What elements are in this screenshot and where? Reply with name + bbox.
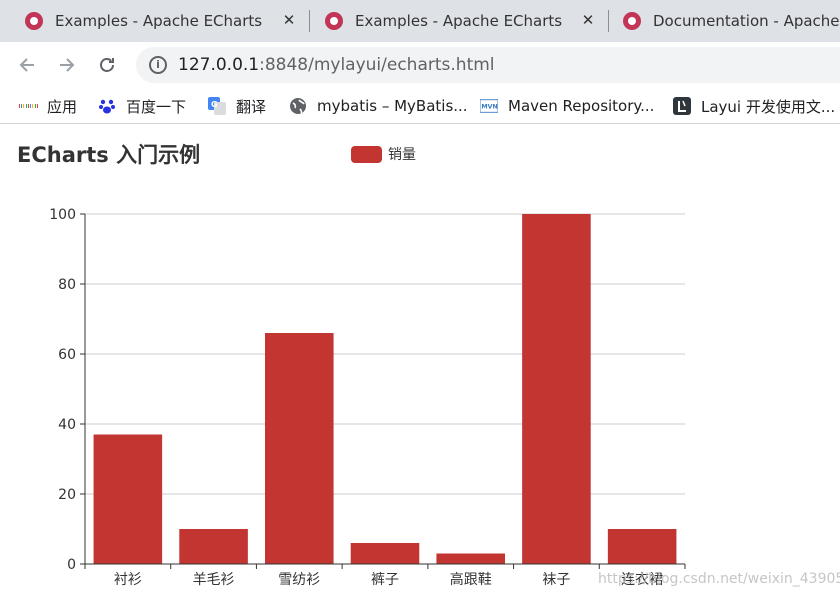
bookmark-label: Layui 开发使用文... (701, 97, 836, 116)
echarts-favicon-icon (25, 12, 43, 30)
legend-label: 销量 (388, 147, 416, 163)
svg-text:G: G (211, 100, 218, 109)
x-tick-label: 高跟鞋 (450, 571, 492, 588)
tab-title: Documentation - Apache E (653, 12, 840, 30)
layui-icon (673, 97, 691, 115)
watermark: https://blog.csdn.net/weixin_43905975 (598, 571, 840, 587)
bar (436, 553, 505, 564)
legend-swatch (351, 145, 382, 163)
bookmarks-bar: 应用 百度一下 G 翻译 mybatis – MyBatis... MVN Ma… (0, 88, 840, 124)
x-tick-label: 羊毛衫 (193, 572, 235, 588)
bookmark-apps[interactable]: 应用 (19, 94, 77, 118)
x-tick-label: 裤子 (371, 572, 399, 588)
url-text[interactable]: 127.0.0.1:8848/mylayui/echarts.html (178, 55, 495, 75)
y-tick-label: 20 (58, 487, 76, 503)
bar (607, 529, 677, 564)
globe-icon (289, 97, 307, 115)
maven-icon: MVN (480, 97, 498, 115)
bookmark-label: 百度一下 (126, 97, 187, 116)
info-icon[interactable]: i (149, 56, 167, 74)
y-tick-label: 80 (58, 277, 76, 293)
x-axis-labels: 衬衫 羊毛衫 雪纺衫 裤子 高跟鞋 袜子 连衣裙 (114, 571, 663, 588)
url-host: 127.0.0.1 (178, 55, 260, 75)
bar (179, 529, 248, 564)
bar (93, 434, 163, 564)
tab-title: Examples - Apache ECharts (355, 12, 563, 30)
y-tick-label: 40 (58, 417, 76, 433)
bookmark-maven[interactable]: MVN Maven Repository... (480, 94, 654, 118)
bookmark-label: mybatis – MyBatis... (317, 97, 468, 115)
tab-title: Examples - Apache ECharts (55, 12, 263, 30)
y-tick-label: 0 (67, 557, 76, 573)
bar (350, 543, 420, 564)
echarts-favicon-icon (623, 12, 641, 30)
apps-grid-icon (19, 97, 37, 115)
bookmark-label: 翻译 (236, 97, 267, 116)
bookmark-label: Maven Repository... (508, 97, 655, 115)
reload-icon (100, 58, 114, 72)
chart-legend[interactable]: 销量 (351, 144, 416, 164)
forward-button[interactable] (53, 51, 81, 79)
x-tick-label: 袜子 (542, 572, 570, 588)
echarts-favicon-icon (325, 12, 343, 30)
close-icon[interactable]: ✕ (578, 11, 598, 29)
tab-3[interactable]: Documentation - Apache E (598, 0, 840, 42)
forward-arrow-icon (60, 58, 75, 72)
bookmark-baidu[interactable]: 百度一下 (98, 94, 186, 118)
address-bar[interactable]: i 127.0.0.1:8848/mylayui/echarts.html (136, 47, 840, 83)
close-icon[interactable]: ✕ (279, 11, 299, 29)
google-translate-icon: G (208, 97, 226, 115)
page-content: 0 20 40 60 80 100 衬衫 羊毛衫 雪纺衫 裤子 高跟鞋 袜子 连衣裙 ECharts … (0, 125, 840, 600)
x-tick-label: 雪纺衫 (278, 572, 320, 588)
back-arrow-icon (19, 58, 34, 72)
bar-chart: 020406080100 衬衫 羊毛衫 雪纺衫 裤子 高跟鞋 袜子 连衣裙 (49, 207, 686, 588)
browser-toolbar: i 127.0.0.1:8848/mylayui/echarts.html (0, 42, 840, 88)
baidu-paw-icon (98, 97, 116, 115)
back-button[interactable] (13, 51, 41, 79)
svg-text:MVN: MVN (481, 104, 497, 111)
bookmark-mybatis[interactable]: mybatis – MyBatis... (289, 94, 468, 118)
y-axis-labels: 0 20 40 60 80 100 (49, 207, 76, 573)
bookmark-translate[interactable]: G 翻译 (208, 94, 266, 118)
y-tick-label: 60 (58, 347, 76, 363)
bookmark-label: 应用 (47, 97, 78, 116)
tab-strip: Examples - Apache ECharts ✕ Examples - A… (0, 0, 840, 42)
reload-button[interactable] (93, 51, 121, 79)
bar (522, 214, 591, 564)
y-tick-label: 100 (49, 207, 76, 223)
url-path: :8848/mylayui/echarts.html (259, 55, 495, 75)
bar-series (93, 214, 677, 564)
bar (265, 333, 334, 564)
grid-lines (80, 213, 685, 565)
bookmark-layui[interactable]: Layui 开发使用文... (673, 94, 835, 118)
x-tick-label: 衬衫 (114, 572, 142, 588)
tab-1[interactable]: Examples - Apache ECharts ✕ (0, 0, 310, 42)
chart-title: ECharts 入门示例 (17, 143, 201, 167)
tab-2[interactable]: Examples - Apache ECharts ✕ (300, 0, 610, 42)
chart-axes (84, 214, 686, 569)
